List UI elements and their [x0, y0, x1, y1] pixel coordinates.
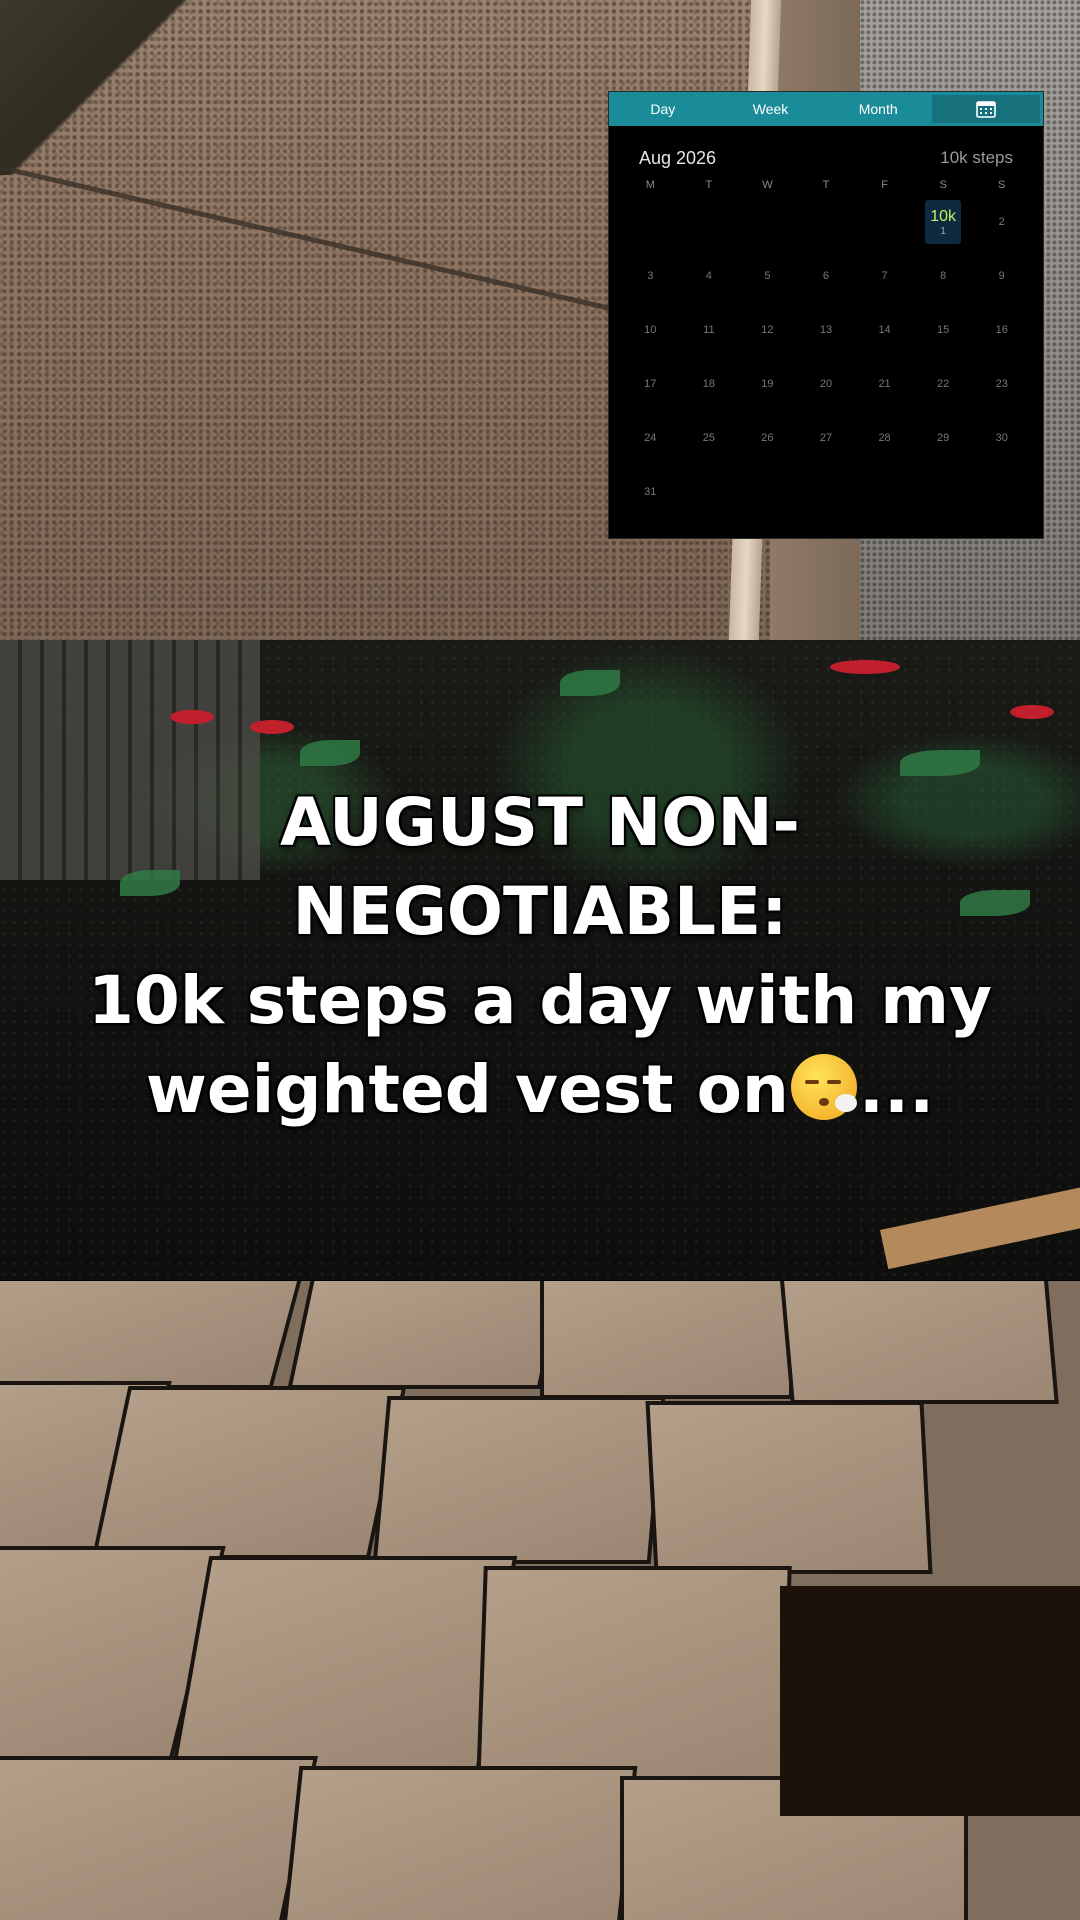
empty-cell [680, 195, 739, 249]
floor-tile [540, 1281, 793, 1399]
floor-tile [476, 1566, 792, 1784]
weekday-label: S [939, 179, 947, 191]
sidewalk-joint [0, 165, 624, 314]
caption-text: AUGUST NON- NEGOTIABLE: 10k steps a day … [40, 778, 1040, 1134]
day-cell[interactable]: 4 [680, 249, 739, 303]
day-cell[interactable]: 10 [621, 303, 680, 357]
red-flower [1010, 705, 1054, 719]
day-cell[interactable]: 12 [738, 303, 797, 357]
tab-month[interactable]: Month [824, 92, 932, 126]
caption-line-3: 10k steps a day with my [88, 962, 992, 1039]
red-flower [170, 710, 214, 724]
caption-line-4-text: weighted vest on [145, 1051, 789, 1128]
day-cell[interactable]: 22 [914, 357, 973, 411]
day-cell[interactable]: 11 [680, 303, 739, 357]
caption-line-2: NEGOTIABLE: [292, 873, 788, 950]
caption-line-4-suffix: ... [858, 1051, 935, 1128]
grass-patch [0, 0, 190, 175]
day-cell[interactable]: 17 [621, 357, 680, 411]
step-calendar-widget: Day Week Month Aug 2026 10k steps M T W T F S… [608, 91, 1044, 539]
day-cell[interactable]: 18 [680, 357, 739, 411]
weekday-label: F [881, 179, 888, 191]
day-cell[interactable]: 9 [972, 249, 1031, 303]
floor-tile [372, 1396, 666, 1564]
caption-line-4: weighted vest on... [40, 1045, 1040, 1134]
weekday-label: W [762, 179, 773, 191]
tab-day[interactable]: Day [609, 92, 717, 126]
day-cell[interactable]: 5 [738, 249, 797, 303]
day-cell[interactable]: 23 [972, 357, 1031, 411]
weekday-header: MTWTFSS [609, 169, 1043, 191]
calendar-grid: 10k 1 2 3 4 5 6 7 8 9 10 11 12 13 14 15 16 17 18 19 20 21 22 23… [609, 191, 1043, 519]
weekday-label: M [645, 179, 655, 191]
dark-shadow [780, 1586, 1080, 1816]
weekday-label: T [822, 179, 830, 191]
tile-floor-photo [0, 1281, 1080, 1920]
floor-tile [280, 1766, 638, 1920]
floor-tile [170, 1556, 518, 1774]
day-cell-goal-met[interactable]: 10k 1 [914, 195, 973, 249]
goal-badge: 10k 1 [925, 200, 962, 244]
leaf [560, 670, 620, 696]
empty-cell [855, 195, 914, 249]
weekday-label: S [998, 179, 1006, 191]
floor-tile [0, 1756, 318, 1920]
day-cell[interactable]: 28 [855, 411, 914, 465]
day-cell[interactable]: 19 [738, 357, 797, 411]
day-cell[interactable]: 25 [680, 411, 739, 465]
floor-tile [0, 1281, 304, 1389]
day-cell[interactable]: 8 [914, 249, 973, 303]
day-cell[interactable]: 13 [797, 303, 856, 357]
red-flower [830, 660, 900, 674]
day-cell[interactable]: 27 [797, 411, 856, 465]
tab-week[interactable]: Week [717, 92, 825, 126]
goal-label: 10k steps [940, 148, 1013, 167]
day-cell[interactable]: 16 [972, 303, 1031, 357]
day-cell[interactable]: 24 [621, 411, 680, 465]
face-exhaling-emoji [790, 1054, 857, 1120]
day-cell[interactable]: 31 [621, 465, 680, 519]
floor-tile [645, 1401, 933, 1574]
leaf [900, 750, 980, 776]
calendar-icon[interactable] [932, 95, 1041, 123]
floor-tile [779, 1281, 1059, 1404]
day-cell[interactable]: 15 [914, 303, 973, 357]
day-cell[interactable]: 20 [797, 357, 856, 411]
empty-cell [738, 195, 797, 249]
day-cell[interactable]: 26 [738, 411, 797, 465]
day-cell[interactable]: 29 [914, 411, 973, 465]
day-cell[interactable]: 6 [797, 249, 856, 303]
empty-cell [797, 195, 856, 249]
month-label: Aug 2026 [639, 148, 717, 168]
day-number: 1 [940, 225, 946, 237]
step-value: 10k [930, 207, 957, 225]
weekday-label: T [705, 179, 713, 191]
empty-cell [621, 195, 680, 249]
red-flower [250, 720, 294, 734]
view-tabs: Day Week Month [609, 92, 1043, 126]
day-cell[interactable]: 7 [855, 249, 914, 303]
day-cell[interactable]: 2 [972, 195, 1031, 249]
wooden-board [880, 1175, 1080, 1270]
leaf [300, 740, 360, 766]
day-cell[interactable]: 3 [621, 249, 680, 303]
day-cell[interactable]: 14 [855, 303, 914, 357]
caption-line-1: AUGUST NON- [280, 784, 800, 861]
day-cell[interactable]: 21 [855, 357, 914, 411]
floor-tile [287, 1281, 566, 1389]
floor-tile [91, 1386, 407, 1559]
day-cell[interactable]: 30 [972, 411, 1031, 465]
